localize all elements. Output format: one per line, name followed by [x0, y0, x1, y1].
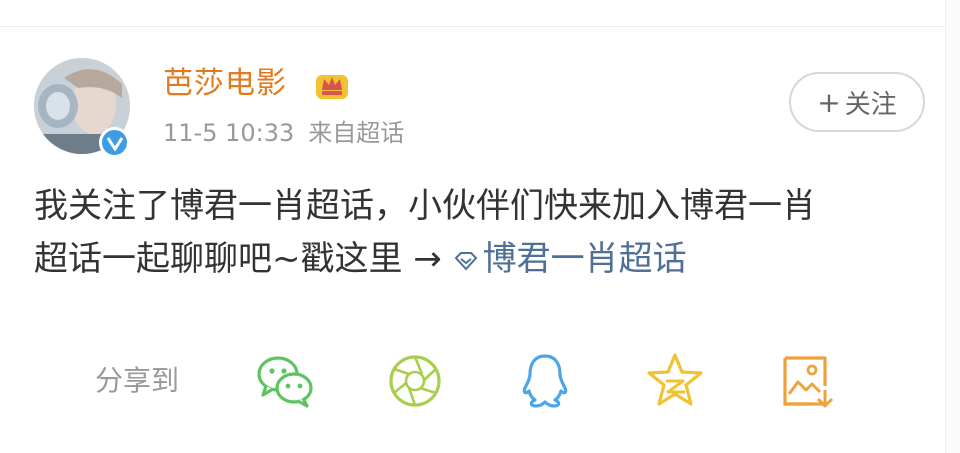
username[interactable]: 芭莎电影: [163, 66, 287, 102]
scroll-edge: [945, 0, 960, 453]
supertopic-diamond-icon: [454, 252, 477, 271]
top-divider: [0, 0, 960, 27]
post-text-line2: 超话一起聊聊吧~戳这里 → 博君一肖超话: [34, 233, 924, 286]
topic-link[interactable]: 博君一肖超话: [453, 239, 687, 279]
share-label: 分享到: [95, 364, 180, 397]
moments-icon[interactable]: [384, 350, 446, 412]
follow-button[interactable]: + 关注: [789, 72, 925, 132]
wechat-icon[interactable]: [254, 350, 316, 412]
qq-icon[interactable]: [514, 350, 576, 412]
post-text-line1: 我关注了博君一肖超话，小伙伴们快来加入博君一肖: [34, 186, 816, 226]
vip-crown-icon: [316, 75, 348, 99]
post-time: 11-5 10:33: [163, 119, 295, 147]
save-image-icon[interactable]: [774, 350, 836, 412]
verified-badge-icon: [99, 127, 130, 158]
plus-icon: +: [817, 85, 841, 119]
post-content: 我关注了博君一肖超话，小伙伴们快来加入博君一肖 超话一起聊聊吧~戳这里 → 博君…: [34, 180, 924, 286]
post-meta: 11-5 10:33 来自超话: [163, 118, 404, 148]
post-text-line2-prefix: 超话一起聊聊吧~戳这里 →: [34, 239, 442, 279]
post-source[interactable]: 来自超话: [308, 119, 404, 147]
follow-label: 关注: [844, 89, 897, 120]
qzone-icon[interactable]: [644, 350, 706, 412]
topic-link-text: 博君一肖超话: [482, 239, 687, 279]
